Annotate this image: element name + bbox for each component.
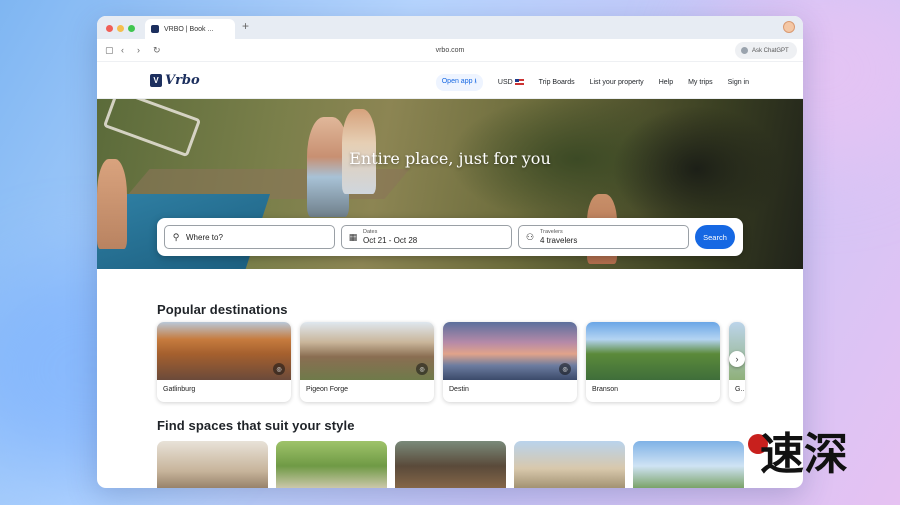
style-card[interactable] <box>514 441 625 488</box>
tab-title: VRBO | Book ... <box>164 25 214 33</box>
watermark-logo: 速深 <box>740 412 890 492</box>
search-button[interactable]: Search <box>695 225 735 249</box>
destination-name: Gatlinburg <box>163 386 196 393</box>
destination-card[interactable]: ◎ Gatlinburg <box>157 322 291 402</box>
ask-chatgpt-label: Ask ChatGPT <box>752 47 789 54</box>
tab-bar: VRBO | Book ... + <box>97 16 803 39</box>
browser-window: VRBO | Book ... + ▢ ‹ › ↻ vrbo.com Ask C… <box>97 16 803 488</box>
gallery-icon[interactable]: ◎ <box>416 363 428 375</box>
destination-card[interactable]: ◎ Destin <box>443 322 577 402</box>
destination-name: G... <box>735 386 745 393</box>
destin-image <box>443 322 577 380</box>
watermark-text: 速深 <box>760 429 848 480</box>
person-icon: ⚇ <box>525 231 535 242</box>
gatlinburg-image <box>157 322 291 380</box>
style-card[interactable] <box>633 441 744 488</box>
destination-name: Destin <box>449 386 469 393</box>
currency-label: USD <box>497 79 513 86</box>
vrbo-favicon-icon <box>151 25 159 33</box>
search-box: ⚲ Where to? ▦ Dates Oct 21 - Oct 28 ⚇ Tr… <box>157 218 743 256</box>
trip-boards-link[interactable]: Trip Boards <box>539 79 575 86</box>
minimize-window-button[interactable] <box>117 25 124 32</box>
my-trips-link[interactable]: My trips <box>688 79 713 86</box>
currency-selector[interactable]: USD <box>498 79 524 86</box>
location-pin-icon: ⚲ <box>172 231 180 242</box>
chevron-right-icon: › <box>735 354 739 364</box>
gallery-icon[interactable]: ◎ <box>273 363 285 375</box>
top-nav: Open app ⭳ USD Trip Boards List your pro… <box>435 74 749 91</box>
open-app-button[interactable]: Open app ⭳ <box>435 74 483 91</box>
new-tab-button[interactable]: + <box>242 19 249 33</box>
help-link[interactable]: Help <box>659 79 673 86</box>
destination-carousel: ◎ Gatlinburg ◎ Pigeon Forge ◎ Destin Bra… <box>157 322 745 402</box>
us-flag-icon <box>514 79 524 86</box>
destination-name: Pigeon Forge <box>306 386 349 393</box>
style-carousel <box>157 441 744 488</box>
maximize-window-button[interactable] <box>128 25 135 32</box>
dates-label: Dates <box>363 228 378 235</box>
list-property-link[interactable]: List your property <box>590 79 644 86</box>
style-card[interactable] <box>276 441 387 488</box>
style-card[interactable] <box>157 441 268 488</box>
destination-name: Branson <box>592 386 619 393</box>
hero-person <box>97 159 127 249</box>
destination-card[interactable]: ◎ Pigeon Forge <box>300 322 434 402</box>
profile-avatar[interactable] <box>783 21 795 33</box>
chatgpt-icon <box>741 47 748 54</box>
browser-tab[interactable]: VRBO | Book ... <box>145 19 235 39</box>
style-card[interactable] <box>395 441 506 488</box>
destination-placeholder: Where to? <box>186 232 223 242</box>
travelers-field[interactable]: ⚇ Travelers 4 travelers <box>518 225 689 249</box>
address-bar: ▢ ‹ › ↻ vrbo.com Ask ChatGPT <box>97 39 803 62</box>
destination-card[interactable]: Branson <box>586 322 720 402</box>
travelers-value: 4 travelers <box>540 235 578 245</box>
destination-field[interactable]: ⚲ Where to? <box>164 225 335 249</box>
carousel-next-button[interactable]: › <box>729 351 745 367</box>
close-window-button[interactable] <box>106 25 113 32</box>
vrbo-logo[interactable]: V Vrbo <box>150 73 200 88</box>
dates-value: Oct 21 - Oct 28 <box>363 235 418 245</box>
url-field[interactable]: vrbo.com <box>97 47 803 54</box>
popular-destinations-heading: Popular destinations <box>157 302 288 317</box>
pigeon-forge-image <box>300 322 434 380</box>
site-header: V Vrbo Open app ⭳ USD Trip Boards List y… <box>97 62 803 99</box>
styles-heading: Find spaces that suit your style <box>157 418 355 433</box>
branson-image <box>586 322 720 380</box>
sign-in-link[interactable]: Sign in <box>728 79 749 86</box>
vrbo-logo-text: Vrbo <box>165 73 200 88</box>
ask-chatgpt-button[interactable]: Ask ChatGPT <box>735 42 797 59</box>
hero-title: Entire place, just for you <box>349 149 551 168</box>
vrbo-logo-mark-icon: V <box>150 74 162 87</box>
gallery-icon[interactable]: ◎ <box>559 363 571 375</box>
dates-field[interactable]: ▦ Dates Oct 21 - Oct 28 <box>341 225 512 249</box>
calendar-icon: ▦ <box>348 231 358 242</box>
travelers-label: Travelers <box>540 228 563 235</box>
